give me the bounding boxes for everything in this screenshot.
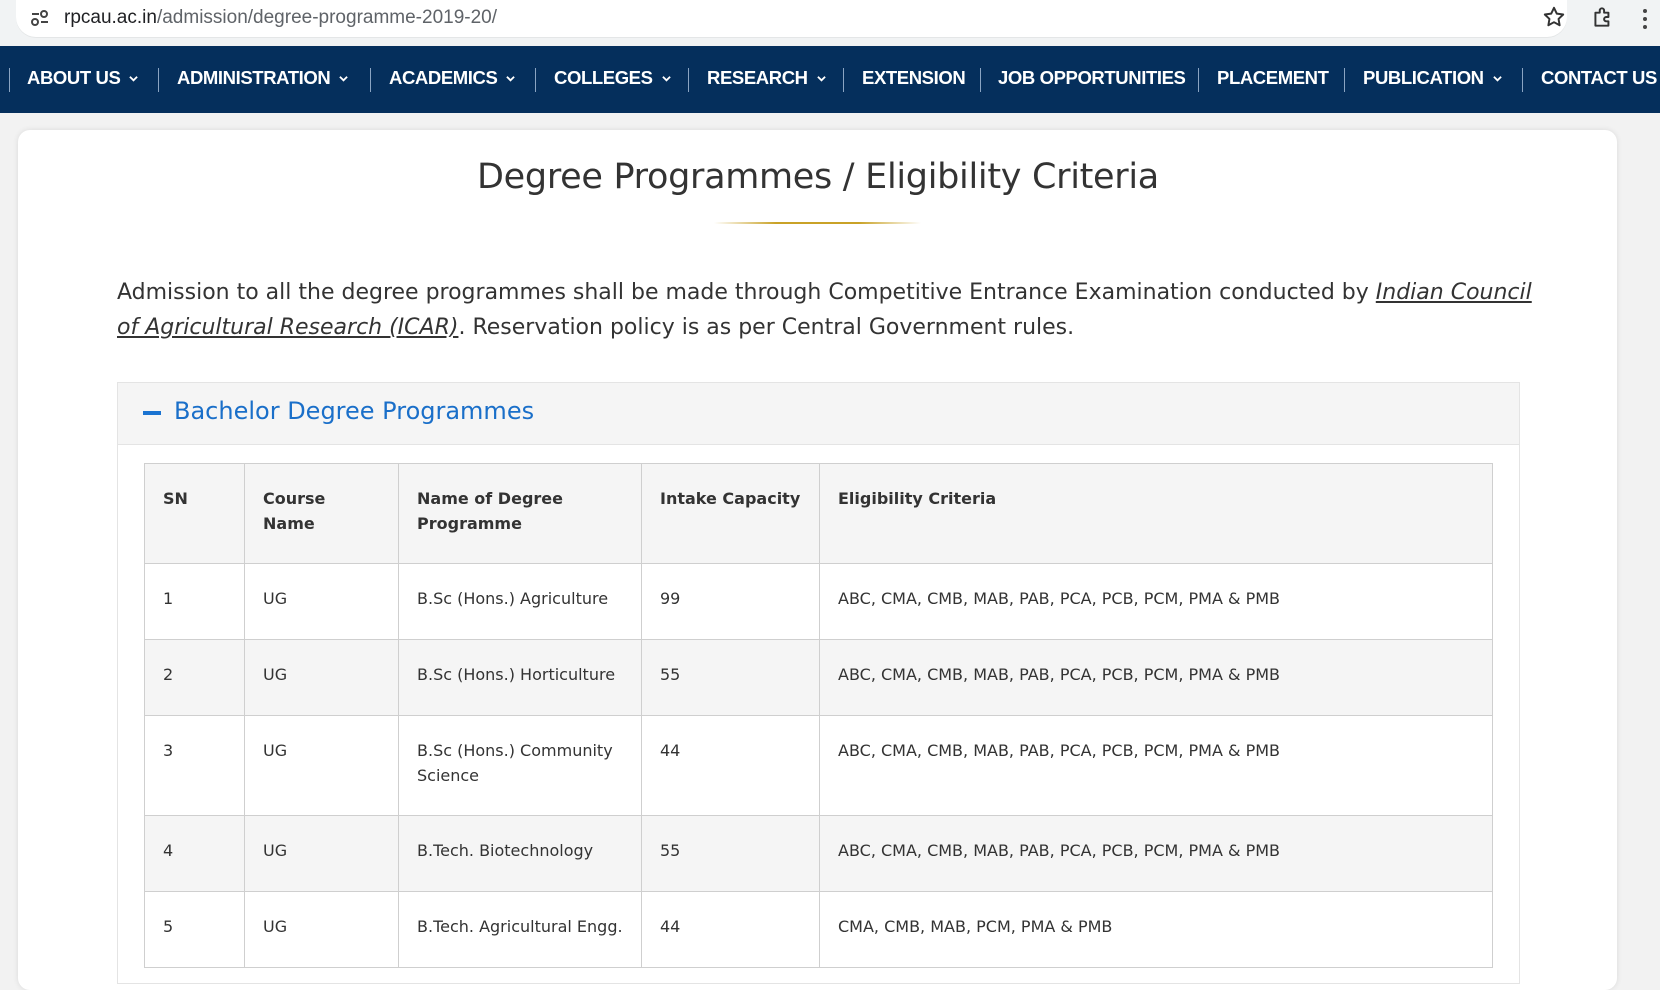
header-intake-capacity: Intake Capacity bbox=[641, 463, 820, 564]
intro-text: Admission to all the degree programmes s… bbox=[117, 280, 1376, 305]
nav-item-contact-us[interactable]: CONTACT US bbox=[1541, 46, 1657, 113]
cell-course: UG bbox=[244, 639, 399, 716]
intro-paragraph: Admission to all the degree programmes s… bbox=[117, 275, 1537, 345]
cell-eligibility: ABC, CMA, CMB, MAB, PAB, PCA, PCB, PCM, … bbox=[819, 639, 1493, 716]
cell-intake: 44 bbox=[641, 891, 820, 968]
url-text[interactable]: rpcau.ac.in/admission/degree-programme-2… bbox=[64, 7, 497, 29]
chevron-down-icon bbox=[129, 76, 139, 82]
nav-item-label: PUBLICATION bbox=[1363, 67, 1484, 88]
nav-item-label: JOB OPPORTUNITIES bbox=[998, 67, 1186, 88]
cell-intake: 44 bbox=[641, 715, 820, 816]
url-host: rpcau.ac.in bbox=[64, 7, 157, 28]
cell-eligibility: CMA, CMB, MAB, PCM, PMA & PMB bbox=[819, 891, 1493, 968]
cell-intake: 99 bbox=[641, 563, 820, 640]
extensions-puzzle-icon[interactable] bbox=[1590, 4, 1616, 30]
cell-sn: 1 bbox=[144, 563, 245, 640]
cell-sn: 5 bbox=[144, 891, 245, 968]
nav-item-extension[interactable]: EXTENSION bbox=[862, 46, 966, 113]
cell-eligibility: ABC, CMA, CMB, MAB, PAB, PCA, PCB, PCM, … bbox=[819, 815, 1493, 892]
nav-divider bbox=[370, 68, 371, 92]
accordion-header[interactable]: Bachelor Degree Programmes bbox=[118, 383, 1519, 445]
table-row: 5 UG B.Tech. Agricultural Engg. 44 CMA, … bbox=[144, 891, 1493, 968]
nav-item-label: COLLEGES bbox=[554, 67, 653, 88]
cell-course: UG bbox=[244, 891, 399, 968]
nav-item-label: CONTACT US bbox=[1541, 67, 1657, 88]
nav-item-about-us[interactable]: ABOUT US bbox=[27, 46, 139, 113]
bookmark-star-icon[interactable] bbox=[1541, 4, 1567, 30]
url-path: /admission/degree-programme-2019-20/ bbox=[156, 7, 498, 28]
main-nav: ABOUT US ADMINISTRATION ACADEMICS COLLEG… bbox=[0, 46, 1660, 113]
nav-divider bbox=[843, 68, 844, 92]
cell-intake: 55 bbox=[641, 639, 820, 716]
cell-course: UG bbox=[244, 815, 399, 892]
nav-item-label: RESEARCH bbox=[707, 67, 808, 88]
cell-course: UG bbox=[244, 563, 399, 640]
nav-item-label: ACADEMICS bbox=[389, 67, 498, 88]
collapse-minus-icon[interactable] bbox=[143, 411, 161, 415]
chevron-down-icon bbox=[1492, 76, 1502, 82]
nav-divider bbox=[1344, 68, 1345, 92]
cell-intake: 55 bbox=[641, 815, 820, 892]
cell-degree: B.Sc (Hons.) Agriculture bbox=[398, 563, 642, 640]
header-degree-name: Name of Degree Programme bbox=[398, 463, 642, 564]
nav-divider bbox=[9, 68, 10, 92]
intro-text-end: . Reservation policy is as per Central G… bbox=[458, 315, 1075, 340]
nav-divider bbox=[688, 68, 689, 92]
nav-item-label: ADMINISTRATION bbox=[177, 67, 331, 88]
nav-item-job-opportunities[interactable]: JOB OPPORTUNITIES bbox=[998, 46, 1186, 113]
cell-course: UG bbox=[244, 715, 399, 816]
cell-degree: B.Tech. Biotechnology bbox=[398, 815, 642, 892]
table-row: 3 UG B.Sc (Hons.) Community Science 44 A… bbox=[144, 715, 1493, 816]
browser-menu-icon[interactable] bbox=[1640, 6, 1650, 32]
accordion-title: Bachelor Degree Programmes bbox=[174, 397, 535, 425]
nav-item-label: PLACEMENT bbox=[1217, 67, 1329, 88]
nav-divider bbox=[980, 68, 981, 92]
chevron-down-icon bbox=[339, 76, 349, 82]
chevron-down-icon bbox=[816, 76, 826, 82]
nav-item-placement[interactable]: PLACEMENT bbox=[1217, 46, 1329, 113]
chevron-down-icon bbox=[506, 76, 516, 82]
nav-item-colleges[interactable]: COLLEGES bbox=[554, 46, 671, 113]
table-row: 4 UG B.Tech. Biotechnology 55 ABC, CMA, … bbox=[144, 815, 1493, 892]
address-bar[interactable]: rpcau.ac.in/admission/degree-programme-2… bbox=[16, 0, 1567, 37]
nav-divider bbox=[158, 68, 159, 92]
title-underline bbox=[714, 222, 921, 224]
header-course-name: Course Name bbox=[244, 463, 399, 564]
chevron-down-icon bbox=[661, 76, 671, 82]
cell-eligibility: ABC, CMA, CMB, MAB, PAB, PCA, PCB, PCM, … bbox=[819, 563, 1493, 640]
cell-degree: B.Sc (Hons.) Horticulture bbox=[398, 639, 642, 716]
table-row: 2 UG B.Sc (Hons.) Horticulture 55 ABC, C… bbox=[144, 639, 1493, 716]
cell-sn: 2 bbox=[144, 639, 245, 716]
nav-divider bbox=[535, 68, 536, 92]
site-info-icon[interactable] bbox=[30, 9, 50, 27]
nav-divider bbox=[1522, 68, 1523, 92]
nav-item-academics[interactable]: ACADEMICS bbox=[389, 46, 516, 113]
nav-item-research[interactable]: RESEARCH bbox=[707, 46, 826, 113]
nav-item-administration[interactable]: ADMINISTRATION bbox=[177, 46, 349, 113]
browser-toolbar: rpcau.ac.in/admission/degree-programme-2… bbox=[0, 0, 1660, 45]
table-header-row: SN Course Name Name of Degree Programme … bbox=[144, 463, 1493, 564]
cell-sn: 4 bbox=[144, 815, 245, 892]
cell-degree: B.Tech. Agricultural Engg. bbox=[398, 891, 642, 968]
programmes-table: SN Course Name Name of Degree Programme … bbox=[144, 463, 1493, 968]
page-title: Degree Programmes / Eligibility Criteria bbox=[477, 157, 1159, 197]
header-sn: SN bbox=[144, 463, 245, 564]
nav-item-label: ABOUT US bbox=[27, 67, 121, 88]
cell-eligibility: ABC, CMA, CMB, MAB, PAB, PCA, PCB, PCM, … bbox=[819, 715, 1493, 816]
nav-item-label: EXTENSION bbox=[862, 67, 966, 88]
cell-degree: B.Sc (Hons.) Community Science bbox=[398, 715, 642, 816]
header-eligibility: Eligibility Criteria bbox=[819, 463, 1493, 564]
table-row: 1 UG B.Sc (Hons.) Agriculture 99 ABC, CM… bbox=[144, 563, 1493, 640]
cell-sn: 3 bbox=[144, 715, 245, 816]
nav-divider bbox=[1198, 68, 1199, 92]
nav-item-publication[interactable]: PUBLICATION bbox=[1363, 46, 1502, 113]
